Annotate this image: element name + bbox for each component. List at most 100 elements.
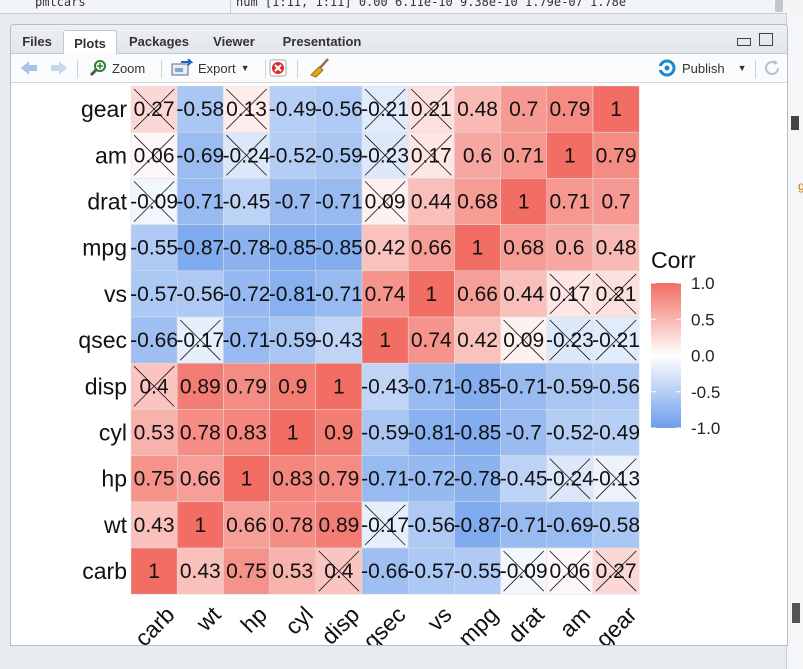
cell-value-label: -0.13 <box>592 468 640 491</box>
cell-value-label: 1 <box>564 144 576 167</box>
cell-value-label: -0.81 <box>407 422 455 445</box>
cell-value-label: 0.06 <box>134 144 175 167</box>
zoom-magnifier-icon <box>89 60 106 77</box>
cell-value-label: 0.66 <box>411 237 452 260</box>
cell-value-label: -0.43 <box>315 329 363 352</box>
legend-title: Corr <box>651 247 696 273</box>
cell-value-label: -0.71 <box>407 375 455 398</box>
cell-value-label: -0.55 <box>454 560 502 583</box>
cell-value-label: -0.72 <box>223 283 271 306</box>
minimize-pane-icon[interactable] <box>737 38 751 46</box>
cell-value-label: 1 <box>472 237 484 260</box>
pane-tab-bar: Files Plots Packages Viewer Presentation <box>11 25 787 55</box>
publish-button[interactable]: Publish ▼ <box>657 58 747 78</box>
cell-value-label: 0.71 <box>549 191 590 214</box>
correlation-heatmap: 0.27 -0.58 0.13 -0.49-0.56-0.21 0.21 0.48 0.7 0… <box>78 85 720 645</box>
cell-value-label: -0.71 <box>315 191 363 214</box>
plots-pane: Files Plots Packages Viewer Presentation… <box>10 24 788 646</box>
cell-value-label: -0.78 <box>223 237 271 260</box>
cell-value-label: 0.66 <box>180 468 221 491</box>
plot-area: 0.27 -0.58 0.13 -0.49 -0.56 -0.21 0.21 0.48 0.7 0… <box>11 83 787 645</box>
cell-value-label: -0.52 <box>269 144 317 167</box>
cell-value-label: -0.59 <box>361 422 409 445</box>
cell-value-label: 0.68 <box>457 191 498 214</box>
cell-value-label: 0.21 <box>596 283 637 306</box>
cell-value-label: 0.83 <box>272 468 313 491</box>
y-axis-tick-label: disp <box>85 373 127 399</box>
cell-value-label: 0.75 <box>134 468 175 491</box>
cell-value-label: -0.66 <box>130 329 178 352</box>
cell-value-label: 0.09 <box>365 191 406 214</box>
cell-value-label: 0.27 <box>596 560 637 583</box>
cell-value-label: 0.17 <box>549 283 590 306</box>
x-axis-tick-label: cyl <box>280 601 318 639</box>
tab-packages[interactable]: Packages <box>119 30 199 53</box>
cell-value-label: 0.53 <box>272 560 313 583</box>
cell-value-label: 1 <box>425 283 437 306</box>
legend-tick-label: -1.0 <box>691 419 720 438</box>
cell-value-label: -0.43 <box>361 375 409 398</box>
cell-value-label: 0.74 <box>411 329 452 352</box>
remove-plot-button[interactable] <box>269 58 287 78</box>
y-axis-tick-label: qsec <box>78 327 127 353</box>
scrollbar-thumb[interactable] <box>775 0 783 12</box>
back-arrow-icon[interactable] <box>19 58 39 78</box>
publish-icon <box>657 59 676 77</box>
cell-value-label: -0.52 <box>546 422 594 445</box>
cell-value-label: -0.85 <box>315 237 363 260</box>
legend-tick-label: 0.5 <box>691 310 715 329</box>
env-var-value: num [1:11, 1:11] 0.00 6.11e-10 9.38e-10 … <box>236 0 627 9</box>
cell-value-label: 0.43 <box>134 514 175 537</box>
cell-value-label: 1 <box>610 98 622 121</box>
refresh-icon[interactable] <box>763 58 781 78</box>
cell-value-label: -0.78 <box>454 468 502 491</box>
cell-value-label: 0.6 <box>463 144 492 167</box>
legend-tick-label: -0.5 <box>691 383 720 402</box>
cell-value-label: 0.27 <box>134 98 175 121</box>
cell-value-label: -0.09 <box>130 191 178 214</box>
cell-value-label: 0.68 <box>503 237 544 260</box>
cell-value-label: 0.9 <box>278 375 307 398</box>
cell-value-label: -0.69 <box>546 514 594 537</box>
cell-value-label: 0.48 <box>596 237 637 260</box>
export-button[interactable]: Export ▼ <box>171 58 250 78</box>
tab-viewer[interactable]: Viewer <box>203 30 265 53</box>
toolbar-divider <box>161 60 162 78</box>
cell-value-label: 0.44 <box>411 191 452 214</box>
cell-value-label: 0.42 <box>365 237 406 260</box>
cell-value-label: -0.85 <box>454 422 502 445</box>
maximize-pane-icon[interactable] <box>759 33 773 46</box>
cell-value-label: 0.66 <box>226 514 267 537</box>
legend-tick-label: 1.0 <box>691 274 715 293</box>
clear-all-plots-button[interactable] <box>309 58 331 78</box>
zoom-button[interactable]: Zoom <box>89 58 145 78</box>
toolbar-divider <box>755 60 756 78</box>
cell-value-label: 0.71 <box>503 144 544 167</box>
tab-files[interactable]: Files <box>15 30 59 53</box>
x-axis-tick-label: disp <box>316 601 364 645</box>
remove-plot-icon <box>269 59 287 77</box>
cell-value-label: -0.56 <box>315 98 363 121</box>
cell-value-label: -0.72 <box>407 468 455 491</box>
y-axis-tick-label: carb <box>82 558 127 584</box>
y-axis-tick-label: wt <box>103 512 128 538</box>
cell-value-label: -0.09 <box>500 560 548 583</box>
y-axis-tick-label: am <box>95 142 127 168</box>
forward-arrow-icon[interactable] <box>49 58 69 78</box>
toolbar-divider <box>265 60 266 78</box>
console-strip: pmtcars num [1:11, 1:11] 0.00 6.11e-10 9… <box>0 0 803 14</box>
x-axis-tick-label: mpg <box>453 601 503 645</box>
cell-value-label: -0.21 <box>592 329 640 352</box>
legend-tick-label: 0.0 <box>691 347 715 366</box>
cell-value-label: -0.71 <box>500 375 548 398</box>
cell-value-label: -0.57 <box>130 283 178 306</box>
cell-value-label: -0.59 <box>546 375 594 398</box>
cell-value-label: -0.71 <box>361 468 409 491</box>
dropdown-caret-icon: ▼ <box>240 63 250 73</box>
cell-value-label: -0.17 <box>361 514 409 537</box>
tab-plots[interactable]: Plots <box>63 30 117 55</box>
cell-value-label: 0.66 <box>457 283 498 306</box>
cell-value-label: 1 <box>379 329 391 352</box>
export-icon <box>171 59 193 76</box>
tab-presentation[interactable]: Presentation <box>271 30 373 53</box>
